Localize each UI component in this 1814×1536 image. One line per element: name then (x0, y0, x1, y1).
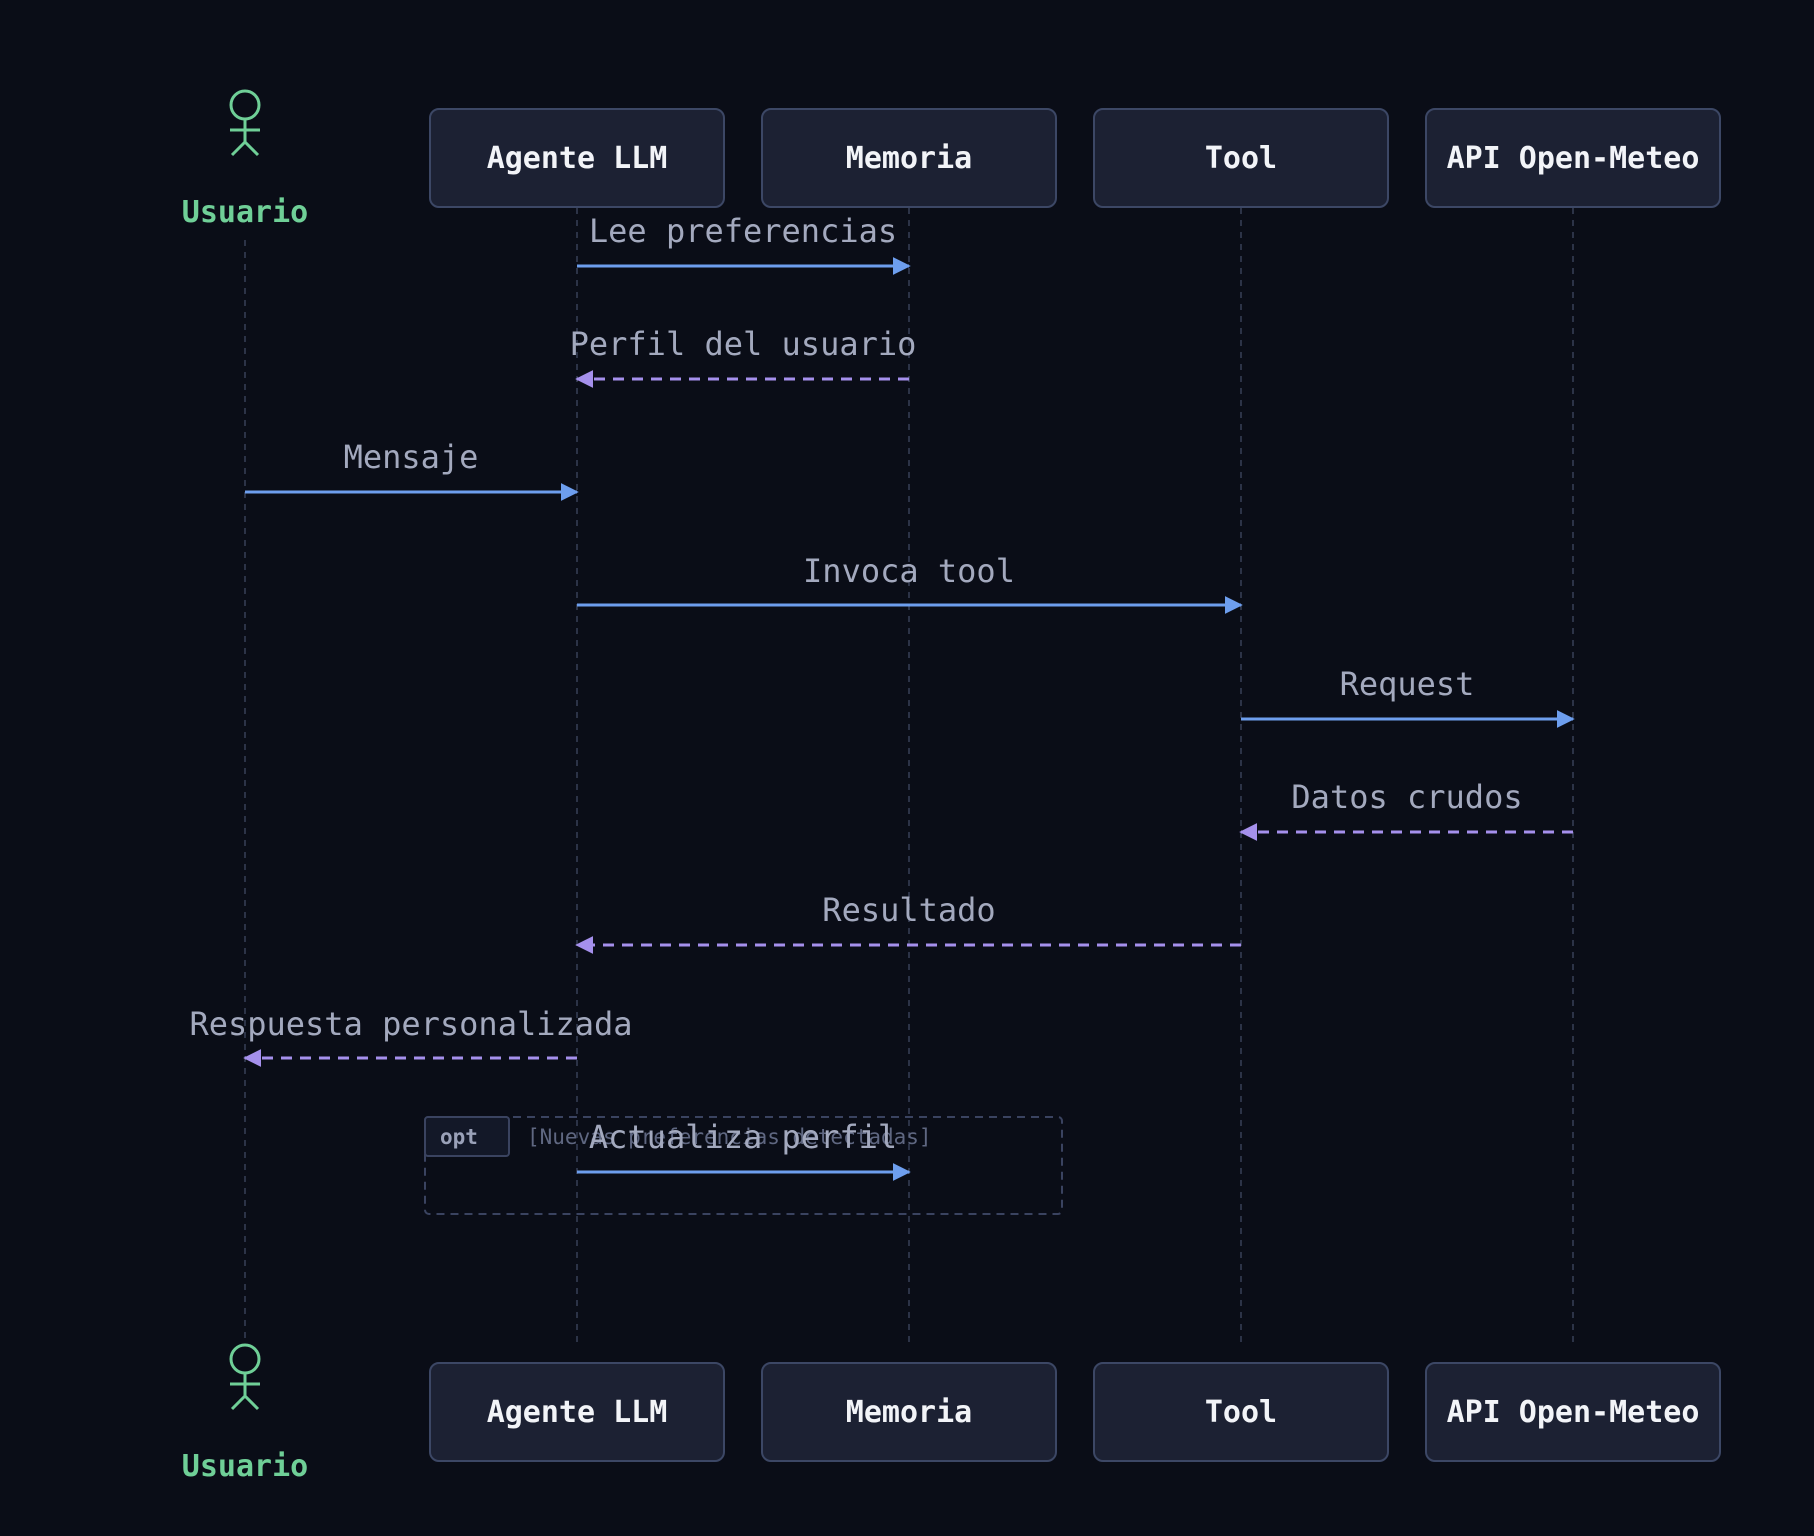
stick-figure-icon (229, 1343, 261, 1411)
participant-label: Memoria (846, 141, 972, 176)
actor-usuario-bottom[interactable]: Usuario (182, 1343, 308, 1484)
participant-label: Tool (1205, 141, 1277, 176)
participant-tool-bottom[interactable]: Tool (1093, 1362, 1389, 1462)
message-mensaje[interactable]: Mensaje (245, 438, 579, 501)
message-label: Actualiza perfil (589, 1118, 897, 1156)
participant-agente-bottom[interactable]: Agente LLM (429, 1362, 725, 1462)
actor-label: Usuario (182, 1449, 308, 1484)
participant-label: API Open-Meteo (1447, 1395, 1700, 1430)
message-label: Perfil del usuario (570, 325, 917, 363)
actor-label: Usuario (182, 195, 308, 230)
message-perfil-del-usuario[interactable]: Perfil del usuario (570, 325, 917, 388)
participant-label: Tool (1205, 1395, 1277, 1430)
participants-bottom: Usuario Agente LLM Memoria Tool API Open… (182, 1343, 1721, 1484)
message-label: Resultado (822, 891, 995, 929)
message-label: Request (1340, 665, 1475, 703)
message-label: Invoca tool (803, 552, 1015, 590)
participant-api-top[interactable]: API Open-Meteo (1425, 108, 1721, 208)
message-label: Respuesta personalizada (189, 1005, 632, 1043)
message-resultado[interactable]: Resultado (575, 891, 1241, 954)
participant-label: Agente LLM (487, 141, 668, 176)
message-request[interactable]: Request (1241, 665, 1575, 728)
participant-tool-top[interactable]: Tool (1093, 108, 1389, 208)
participants-top: Usuario Agente LLM Memoria Tool API Open… (182, 89, 1721, 230)
participant-label: Agente LLM (487, 1395, 668, 1430)
sequence-diagram: Usuario Agente LLM Memoria Tool API Open… (182, 89, 1721, 1484)
participant-label: API Open-Meteo (1447, 141, 1700, 176)
message-datos-crudos[interactable]: Datos crudos (1239, 778, 1573, 841)
opt-tag-label: opt (440, 1125, 478, 1149)
message-label: Datos crudos (1291, 778, 1522, 816)
message-actualiza-perfil[interactable]: Actualiza perfil (577, 1118, 911, 1181)
messages: Lee preferencias Perfil del usuario Mens… (189, 212, 1575, 1181)
participant-label: Memoria (846, 1395, 972, 1430)
stick-figure-icon (229, 89, 261, 157)
message-label: Mensaje (344, 438, 479, 476)
participant-agente-top[interactable]: Agente LLM (429, 108, 725, 208)
actor-usuario-top[interactable]: Usuario (182, 89, 308, 230)
participant-memoria-top[interactable]: Memoria (761, 108, 1057, 208)
message-respuesta-personalizada[interactable]: Respuesta personalizada (189, 1005, 633, 1067)
participant-api-bottom[interactable]: API Open-Meteo (1425, 1362, 1721, 1462)
participant-memoria-bottom[interactable]: Memoria (761, 1362, 1057, 1462)
message-label: Lee preferencias (589, 212, 897, 250)
message-lee-preferencias[interactable]: Lee preferencias (577, 212, 911, 275)
